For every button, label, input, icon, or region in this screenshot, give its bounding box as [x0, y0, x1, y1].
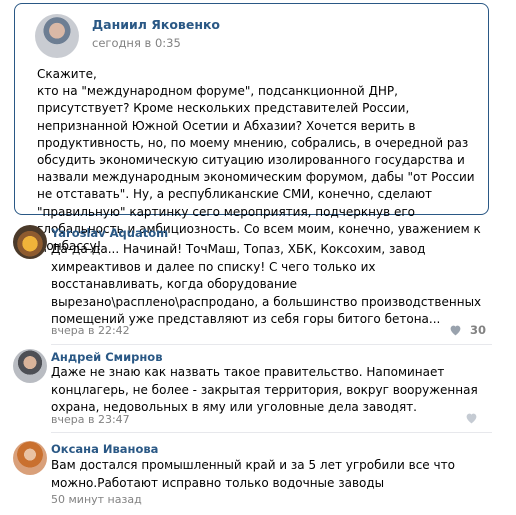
comment-avatar[interactable] [13, 225, 47, 259]
comment-avatar[interactable] [13, 441, 47, 475]
comment-text: Вам достался промышленный край и за 5 ле… [51, 458, 455, 490]
comment-text: Да-да-да... Начинай! ТочМаш, Топаз, ХБК,… [51, 242, 482, 326]
like-button[interactable]: 30 [449, 323, 486, 337]
comment-item: Оксана Иванова Вам достался промышленный… [0, 438, 516, 515]
comment-author[interactable]: Андрей Смирнов [51, 350, 162, 364]
comment-item: Yaroslav Aquatom Да-да-да... Начинай! То… [0, 222, 516, 342]
like-count: 30 [469, 323, 486, 337]
like-heart-icon [450, 325, 461, 336]
comment-item: Андрей Смирнов Даже не знаю как назвать … [0, 346, 516, 432]
comment-divider [51, 432, 492, 433]
comment-divider [51, 344, 492, 345]
comment-timestamp[interactable]: вчера в 23:47 [51, 413, 130, 426]
comment-avatar[interactable] [13, 349, 47, 383]
post-timestamp[interactable]: сегодня в 0:35 [92, 36, 181, 50]
post-text-line: Скажите, [37, 67, 97, 81]
comment-author[interactable]: Оксана Иванова [51, 442, 158, 456]
post-author-avatar[interactable] [35, 14, 79, 58]
comment-author[interactable]: Yaroslav Aquatom [51, 226, 168, 240]
comment-timestamp[interactable]: вчера в 22:42 [51, 324, 130, 337]
like-heart-icon [466, 413, 477, 424]
post-author-name[interactable]: Даниил Яковенко [92, 17, 220, 32]
comment-text: Даже не знаю как назвать такое правитель… [51, 365, 478, 414]
post-card: Даниил Яковенко сегодня в 0:35 Скажите, … [14, 3, 489, 253]
comment-timestamp[interactable]: 50 минут назад [51, 493, 142, 506]
like-button[interactable] [465, 412, 486, 424]
